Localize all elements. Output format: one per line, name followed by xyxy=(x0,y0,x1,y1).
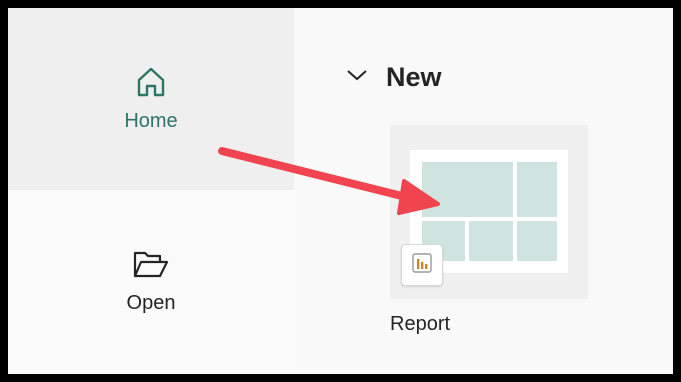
sidebar: Home Open xyxy=(8,8,294,374)
thumbnail-tile xyxy=(517,162,557,217)
sidebar-item-label: Open xyxy=(126,292,176,314)
chevron-down-icon[interactable] xyxy=(346,68,368,87)
report-card[interactable] xyxy=(390,125,588,299)
sidebar-item-open[interactable]: Open xyxy=(8,190,294,374)
thumbnail-tile xyxy=(469,221,513,261)
bar-chart-icon xyxy=(410,251,434,280)
main-panel: New Report xyxy=(294,8,673,374)
app-window: Home Open New Report xyxy=(8,8,673,374)
folder-open-icon xyxy=(132,249,170,286)
report-card-label[interactable]: Report xyxy=(390,313,450,336)
thumbnail-tile xyxy=(422,162,513,217)
section-header-new[interactable]: New xyxy=(346,62,442,93)
sidebar-item-home[interactable]: Home xyxy=(8,8,294,190)
report-badge xyxy=(401,244,443,286)
home-icon xyxy=(134,65,168,104)
sidebar-item-label: Home xyxy=(124,110,178,132)
section-title: New xyxy=(386,62,442,92)
thumbnail-tile xyxy=(517,221,557,261)
